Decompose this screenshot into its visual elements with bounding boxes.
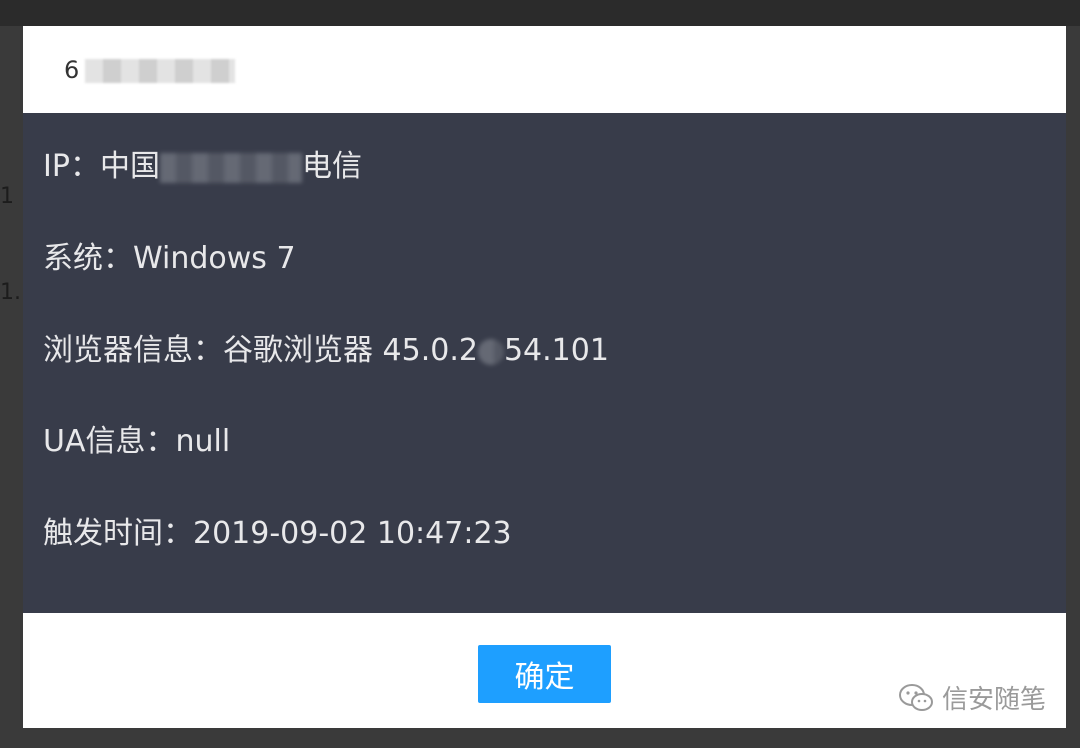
os-value: Windows 7	[133, 241, 296, 276]
info-dialog: 6 IP：中国 电信 系统：Windows 7 浏览器信息：谷歌浏览器 45.0.…	[23, 26, 1066, 728]
redacted-browser-version	[477, 338, 504, 365]
ip-label: IP：	[43, 149, 100, 184]
os-row: 系统：Windows 7	[43, 233, 296, 277]
wechat-icon	[898, 683, 934, 713]
browser-value-start: 谷歌浏览器 45.0.2	[223, 333, 478, 368]
time-label: 触发时间：	[43, 516, 193, 551]
redacted-ip-region	[159, 152, 302, 183]
background-fragment: 1.	[0, 280, 21, 305]
ua-label: UA信息：	[43, 424, 176, 459]
watermark: 信安随笔	[898, 679, 1046, 716]
dialog-title: 6	[64, 56, 236, 84]
ip-row: IP：中国 电信	[43, 141, 362, 185]
backdrop-top-strip	[0, 0, 1080, 26]
browser-value-end: 54.101	[503, 333, 609, 368]
browser-row: 浏览器信息：谷歌浏览器 45.0.2 54.101	[43, 325, 609, 369]
ip-value-end: 电信	[301, 149, 362, 184]
dialog-header: 6	[23, 26, 1066, 113]
redacted-title	[85, 59, 236, 83]
ua-row: UA信息：null	[43, 416, 230, 460]
os-label: 系统：	[43, 241, 133, 276]
time-row: 触发时间：2019-09-02 10:47:23	[43, 508, 512, 552]
browser-label: 浏览器信息：	[43, 333, 223, 368]
ip-value-start: 中国	[99, 149, 160, 184]
background-fragment: 1	[0, 184, 14, 209]
confirm-button[interactable]: 确定	[478, 645, 611, 703]
ua-value: null	[175, 424, 231, 459]
watermark-text: 信安随笔	[941, 685, 1046, 715]
dialog-title-text: 6	[64, 56, 80, 84]
dialog-body: IP：中国 电信 系统：Windows 7 浏览器信息：谷歌浏览器 45.0.2 5…	[23, 113, 1066, 613]
time-value: 2019-09-02 10:47:23	[193, 516, 512, 551]
